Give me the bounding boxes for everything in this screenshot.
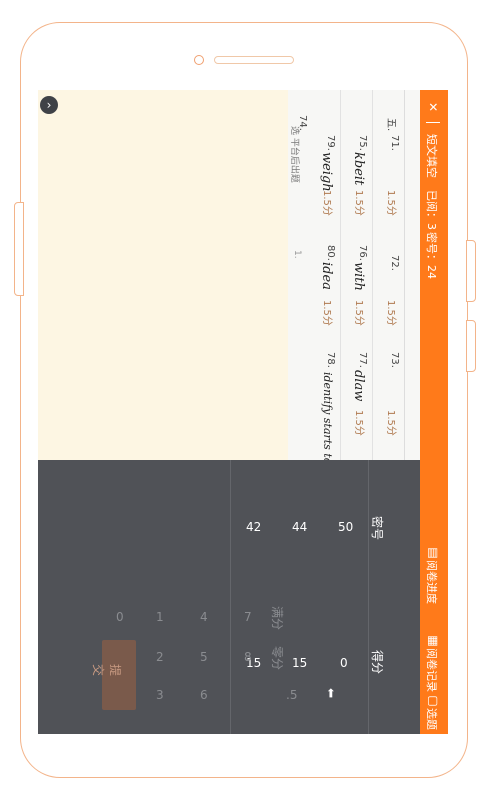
records-icon: ▦ <box>426 635 441 647</box>
front-camera <box>194 55 204 65</box>
close-icon[interactable]: ✕ <box>426 102 440 112</box>
grading-keypad: 密号 得分 50 0 44 15 42 15 1 2 3 4 5 6 7 8 0… <box>38 460 420 734</box>
score-tag: 1.5分 <box>353 410 364 436</box>
answer-sheet-image[interactable]: 五. 71. 72. 73. 75. 76. 77. 79. 80. 78. 7… <box>288 90 420 460</box>
side-button <box>466 320 476 372</box>
question-number: 80. <box>325 245 336 261</box>
score-tag: 1.5分 <box>385 300 396 326</box>
records-button[interactable]: 阅卷记录 <box>424 648 440 692</box>
digit-key[interactable]: 3 <box>156 688 164 702</box>
score-tag: 1.5分 <box>353 300 364 326</box>
digit-key[interactable]: 8 <box>244 650 252 664</box>
collapse-toggle-button[interactable]: › <box>40 96 58 114</box>
question-number: 78. <box>325 352 336 368</box>
handwritten-answer: idea <box>319 262 334 290</box>
paper-footer: 选 平台后出题 <box>289 126 299 183</box>
earpiece-speaker <box>214 56 294 64</box>
question-number: 71. <box>389 135 400 151</box>
score-column-header: 得分 <box>370 650 384 675</box>
score-tag: 1.5分 <box>353 190 364 216</box>
sample-button[interactable]: 选题 <box>424 708 440 730</box>
digit-key[interactable]: 0 <box>116 610 124 624</box>
seal-column-header: 密号 <box>370 516 384 541</box>
paper-line-number: 1. <box>292 250 302 259</box>
question-number: 76. <box>357 245 368 261</box>
progress-icon: ▤ <box>426 547 441 559</box>
handwritten-answer: identify starts together <box>321 372 334 460</box>
handwritten-answer: with <box>351 262 366 291</box>
half-point-key[interactable]: .5 <box>286 688 297 702</box>
score-value[interactable]: 15 <box>292 656 307 670</box>
volume-button <box>14 202 24 296</box>
question-number: 75. <box>357 135 368 151</box>
handwritten-answer: dlaw <box>351 370 366 402</box>
handwritten-answer: kbeit <box>351 152 366 186</box>
backspace-key[interactable]: ⬅ <box>324 688 338 698</box>
digit-key[interactable]: 4 <box>200 610 208 624</box>
orange-toolbar: ✕ 短文填空 已阅：3 密号：24 ▤ 阅卷进度 ▦ 阅卷记录 ▢ 选题 <box>420 90 448 734</box>
question-number: 77. <box>357 352 368 368</box>
app-screen: › 五. 71. 72. 73. 75. 76. 77. 79. 80. 78.… <box>38 90 420 734</box>
score-tag: 1.5分 <box>385 410 396 436</box>
seal-number: 密号：24 <box>425 232 438 279</box>
progress-button[interactable]: 阅卷进度 <box>424 560 440 604</box>
score-tag: 1.5分 <box>321 300 332 326</box>
score-value[interactable]: 0 <box>340 656 348 670</box>
seal-value[interactable]: 44 <box>292 520 307 534</box>
question-type-title: 短文填空 <box>425 134 438 178</box>
digit-key[interactable]: 1 <box>156 610 164 624</box>
submit-label: 提交 <box>91 664 122 677</box>
seal-value[interactable]: 42 <box>246 520 261 534</box>
power-button <box>466 240 476 302</box>
section-label: 五. <box>385 118 396 132</box>
submit-button[interactable]: 提交 <box>91 640 136 710</box>
sample-icon: ▢ <box>426 695 441 707</box>
score-tag: 1.5分 <box>385 190 396 216</box>
column-divider <box>368 460 369 734</box>
digit-key[interactable]: 5 <box>200 650 208 664</box>
digit-key[interactable]: 6 <box>200 688 208 702</box>
question-number: 73. <box>389 352 400 368</box>
handwritten-answer: weigh <box>319 152 334 192</box>
score-tag: 1.5分 <box>321 190 332 216</box>
question-number: 72. <box>389 255 400 271</box>
zero-marks-key[interactable]: 零分 <box>269 646 286 670</box>
answer-sheet-margin: › <box>38 90 288 460</box>
column-divider <box>230 460 231 734</box>
question-number: 79. <box>325 135 336 151</box>
full-marks-key[interactable]: 满分 <box>269 606 286 630</box>
seal-value[interactable]: 50 <box>338 520 353 534</box>
marked-count: 已阅：3 <box>425 190 438 230</box>
digit-key[interactable]: 7 <box>244 610 252 624</box>
digit-key[interactable]: 2 <box>156 650 164 664</box>
